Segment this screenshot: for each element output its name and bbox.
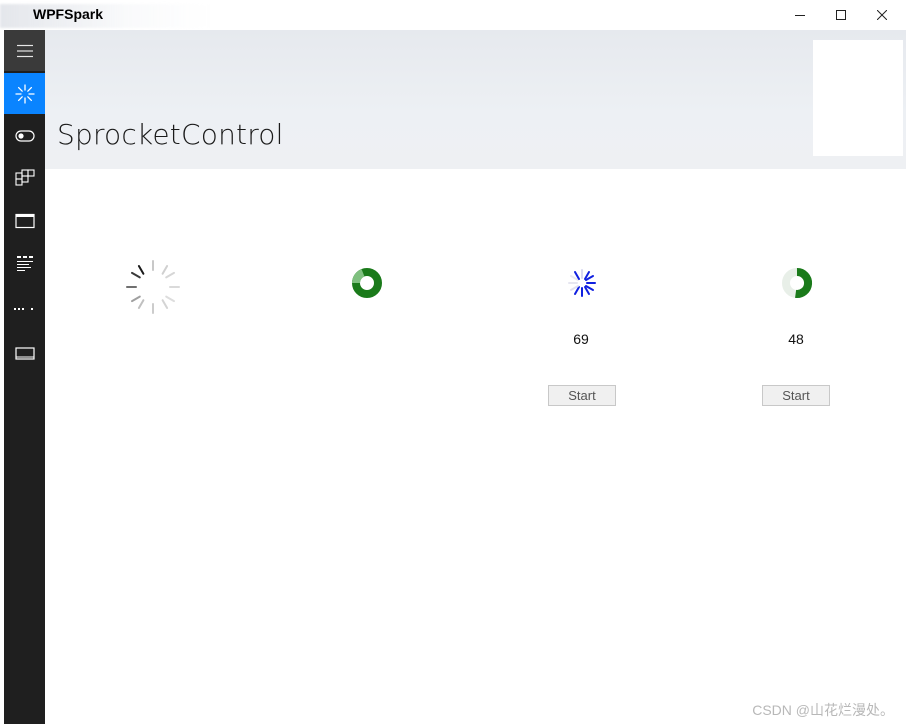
sidebar-item-fluidwrap[interactable] <box>4 157 45 198</box>
page-header: SprocketControl <box>45 30 906 169</box>
panel-icon <box>14 346 35 360</box>
page-title: SprocketControl <box>57 118 284 151</box>
sidebar-item-sprocket-list[interactable] <box>4 243 45 284</box>
sprocket-progress-blue <box>568 269 596 297</box>
sprocket-indeterminate-gray <box>126 260 180 314</box>
hamburger-icon <box>16 44 33 57</box>
close-button[interactable] <box>859 0 905 30</box>
header-panel <box>813 40 903 156</box>
sprocket-ring-green <box>352 268 382 298</box>
window-icon <box>14 213 35 228</box>
fluid-wrap-icon <box>14 168 35 186</box>
sidebar-item-panel[interactable] <box>4 333 45 374</box>
content-area: 69 Start 48 Start <box>45 169 906 724</box>
sidebar-item-sprocket[interactable] <box>4 73 45 114</box>
sidebar-item-window[interactable] <box>4 200 45 241</box>
close-icon <box>877 10 887 20</box>
title-bar-blur <box>0 4 210 28</box>
minimize-button[interactable] <box>777 0 823 30</box>
sprocket-icon <box>14 83 35 104</box>
list-lines-icon <box>16 255 33 271</box>
toggle-switch-icon <box>14 129 35 142</box>
dots-icon <box>13 307 33 310</box>
maximize-icon <box>836 10 846 20</box>
sidebar-item-hamburger[interactable] <box>4 30 45 71</box>
sprocket-progress-green <box>782 267 813 298</box>
sidebar-item-progress[interactable] <box>4 288 45 329</box>
progress-value-green: 48 <box>788 331 804 347</box>
title-bar: WPFSpark <box>0 0 906 30</box>
progress-value-blue: 69 <box>573 331 589 347</box>
start-button-blue[interactable]: Start <box>548 385 616 406</box>
watermark: CSDN @山花烂漫处。 <box>752 702 894 718</box>
maximize-button[interactable] <box>818 0 864 30</box>
start-button-green[interactable]: Start <box>762 385 830 406</box>
app-title: WPFSpark <box>33 6 104 22</box>
sidebar <box>4 30 45 724</box>
minimize-icon <box>795 15 805 16</box>
sidebar-item-toggle[interactable] <box>4 115 45 156</box>
